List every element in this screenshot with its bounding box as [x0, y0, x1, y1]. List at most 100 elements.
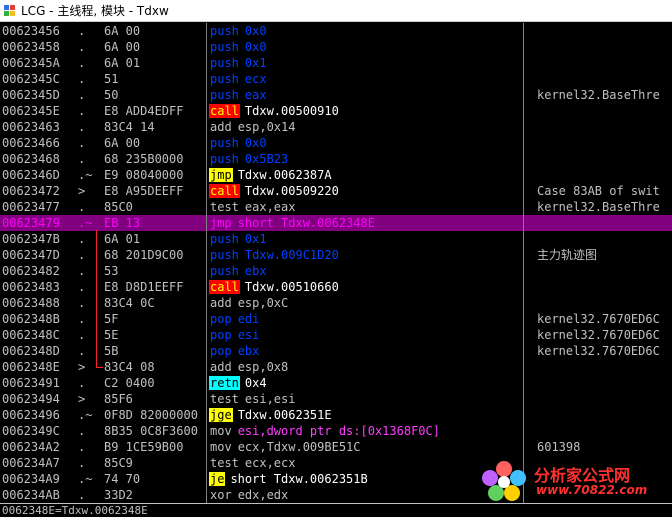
instruction-row[interactable]: 0062345D. 50 push eax kernel32.BaseThre	[0, 87, 672, 103]
address-cell: 0062348C	[2, 328, 60, 342]
flow-mark: .	[78, 328, 86, 342]
flow-mark: .	[78, 296, 86, 310]
operand: esi,esi	[244, 392, 296, 406]
disassembly-cell: push 0x0	[209, 39, 267, 55]
column-separator-disasm[interactable]	[206, 23, 207, 503]
instruction-row[interactable]: 0062348B. 5F pop edi kernel32.7670ED6C	[0, 311, 672, 327]
disassembly-cell: add esp,0x8	[209, 359, 288, 375]
instruction-row[interactable]: 00623491. C2 0400 retn 0x4	[0, 375, 672, 391]
disassembly-cell: test ecx,ecx	[209, 455, 295, 471]
operand: esi,dword ptr ds:[0x1368F0C]	[237, 424, 440, 438]
hex-dump-cell: 50	[104, 88, 119, 102]
address-cell: 0062346D	[2, 168, 60, 182]
hex-dump-cell: 83C4 08	[104, 360, 155, 374]
hex-dump-cell: E9 08040000	[104, 168, 184, 182]
instruction-row[interactable]: 0062348D. 5B pop ebx kernel32.7670ED6C	[0, 343, 672, 359]
address-cell: 00623496	[2, 408, 60, 422]
instruction-row[interactable]: 006234A2. B9 1CE59B00 mov ecx,Tdxw.009BE51C…	[0, 439, 672, 455]
instruction-row[interactable]: 0062347D. 68 201D9C00 push Tdxw.009C1D20 主力轨…	[0, 247, 672, 263]
mnemonic: test	[210, 200, 239, 214]
address-cell: 0062345E	[2, 104, 60, 118]
instruction-row[interactable]: 00623482. 53 push ebx	[0, 263, 672, 279]
instruction-row[interactable]: 00623472 > E8 A95DEEFF call Tdxw.00509220 Cas…	[0, 183, 672, 199]
disassembly-cell: test eax,eax	[209, 199, 295, 215]
flow-mark: .	[78, 120, 86, 134]
title-bar: LCG - 主线程, 模块 - Tdxw	[0, 0, 672, 22]
disassembly-cell: push eax	[209, 87, 267, 103]
mnemonic: add	[210, 120, 232, 134]
address-cell: 0062345C	[2, 72, 60, 86]
flow-mark: .	[78, 72, 86, 86]
mnemonic: push	[210, 248, 239, 262]
flow-mark: .	[78, 440, 86, 454]
instruction-row[interactable]: 00623496 .~ 0F8D 82000000 jge Tdxw.0062351E	[0, 407, 672, 423]
instruction-row[interactable]: 00623456. 6A 00 push 0x0	[0, 23, 672, 39]
column-separator-comment[interactable]	[523, 23, 524, 503]
instruction-row-selected[interactable]: 00623479 .~ EB 13 jmp short Tdxw.0062348E	[0, 215, 672, 231]
disassembly-pane[interactable]: 00623456. 6A 00 push 0x0 00623458. 6A 00 push 0…	[0, 23, 672, 503]
disassembly-cell: mov esi,dword ptr ds:[0x1368F0C]	[209, 423, 440, 439]
operand: Tdxw.0062351E	[237, 408, 332, 422]
operand: esp,0x8	[237, 360, 289, 374]
mnemonic: add	[210, 360, 232, 374]
instruction-row[interactable]: 00623458. 6A 00 push 0x0	[0, 39, 672, 55]
operand: ecx,ecx	[244, 456, 296, 470]
address-cell: 00623494	[2, 392, 60, 406]
instruction-row[interactable]: 00623468. 68 235B0000 push 0x5B23	[0, 151, 672, 167]
address-cell: 00623466	[2, 136, 60, 150]
instruction-row[interactable]: 0062345C. 51 push ecx	[0, 71, 672, 87]
address-cell: 00623483	[2, 280, 60, 294]
flow-mark: >	[78, 392, 86, 406]
comment-cell: kernel32.7670ED6C	[537, 312, 660, 326]
mnemonic: push	[210, 56, 239, 70]
address-cell: 0062349C	[2, 424, 60, 438]
instruction-row[interactable]: 00623466. 6A 00 push 0x0	[0, 135, 672, 151]
instruction-row[interactable]: 00623494 >85F6 test esi,esi	[0, 391, 672, 407]
address-cell: 0062348B	[2, 312, 60, 326]
instruction-row[interactable]: 0062347B. 6A 01 push 0x1	[0, 231, 672, 247]
hex-dump-cell: 68 235B0000	[104, 152, 184, 166]
operand: 0x1	[244, 56, 267, 70]
mnemonic: retn	[209, 376, 240, 390]
address-cell: 0062348D	[2, 344, 60, 358]
mnemonic: test	[210, 392, 239, 406]
operand: 0x0	[244, 136, 267, 150]
instruction-row[interactable]: 00623463. 83C4 14 add esp,0x14	[0, 119, 672, 135]
mnemonic: pop	[210, 328, 232, 342]
disassembly-cell: jge Tdxw.0062351E	[209, 407, 332, 423]
hex-dump-cell: E8 ADD4EDFF	[104, 104, 184, 118]
disassembly-cell: pop ebx	[209, 343, 259, 359]
instruction-row[interactable]: 0062346D .~ E9 08040000 jmp Tdxw.0062387A	[0, 167, 672, 183]
address-cell: 00623479	[2, 216, 60, 230]
instruction-row[interactable]: 0062345A. 6A 01 push 0x1	[0, 55, 672, 71]
flow-mark: .~	[78, 472, 93, 486]
address-cell: 006234AB	[2, 488, 60, 502]
mnemonic: add	[210, 296, 232, 310]
instruction-row[interactable]: 0062349C. 8B35 0C8F3600 mov esi,dword ptr d…	[0, 423, 672, 439]
flow-mark: .	[78, 40, 86, 54]
disassembly-cell: xor edx,edx	[209, 487, 288, 503]
jump-arrow-end	[96, 367, 103, 368]
instruction-row[interactable]: 00623488. 83C4 0C add esp,0xC	[0, 295, 672, 311]
mnemonic: push	[210, 136, 239, 150]
flow-mark: .	[78, 88, 86, 102]
flow-mark: .~	[78, 408, 93, 422]
instruction-row[interactable]: 00623477. 85C0 test eax,eax kernel32.BaseThr…	[0, 199, 672, 215]
flow-mark: .	[78, 488, 86, 502]
comment-cell: kernel32.BaseThre	[537, 200, 660, 214]
address-cell: 00623482	[2, 264, 60, 278]
instruction-row[interactable]: 0062345E. E8 ADD4EDFF call Tdxw.00500910	[0, 103, 672, 119]
disassembly-cell: push 0x5B23	[209, 151, 288, 167]
flow-mark: .	[78, 152, 86, 166]
instruction-row[interactable]: 0062348C. 5E pop esi kernel32.7670ED6C	[0, 327, 672, 343]
mnemonic: je	[209, 472, 226, 486]
hex-dump-cell: 51	[104, 72, 119, 86]
comment-cell: Case 83AB of swit	[537, 184, 660, 198]
disassembly-cell: call Tdxw.00510660	[209, 279, 339, 295]
flow-mark: .	[78, 456, 86, 470]
operand: ecx,Tdxw.009BE51C	[237, 440, 361, 454]
instruction-row[interactable]: 00623483. E8 D8D1EEFF call Tdxw.00510660	[0, 279, 672, 295]
disassembly-cell: push 0x1	[209, 55, 267, 71]
address-cell: 00623463	[2, 120, 60, 134]
comment-cell: kernel32.7670ED6C	[537, 328, 660, 342]
